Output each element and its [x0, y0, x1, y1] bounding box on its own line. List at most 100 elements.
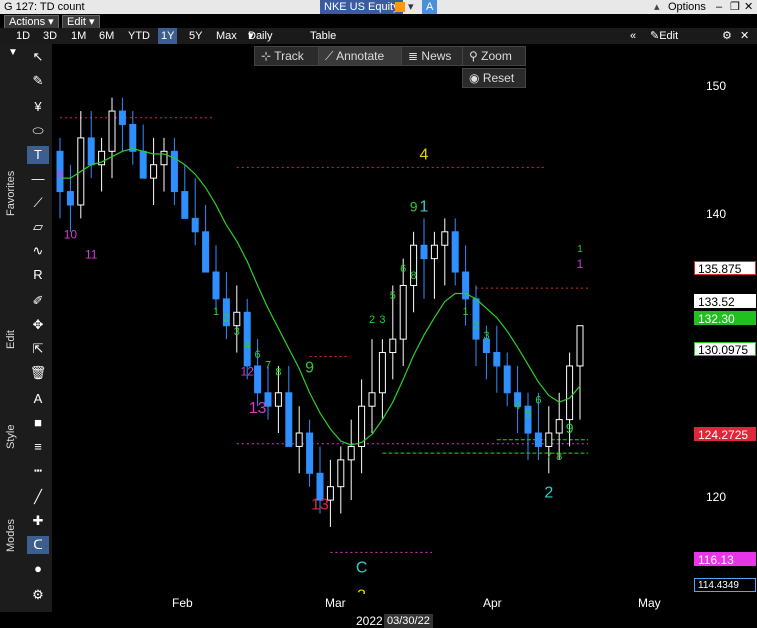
candle-body [389, 338, 397, 354]
range-1y[interactable]: 1Y [158, 28, 178, 44]
td-setup-count: 1 [213, 306, 219, 318]
sidebar-labels-column: Favorites Edit Style Modes [3, 44, 23, 612]
price-tag-1300975: 130.0975 [694, 342, 756, 357]
td-setup-count: 5 [390, 290, 396, 302]
favorites-section-label: Favorites [5, 170, 17, 216]
candle-body [295, 432, 303, 447]
td-count-label: 11 [85, 248, 98, 262]
alert-icon[interactable]: A [422, 0, 438, 14]
y-tick-150: 150 [706, 79, 727, 93]
td-count-label: 2 [544, 484, 553, 501]
font-style-icon[interactable]: A [27, 390, 49, 408]
edit-chart-button[interactable]: ✎ Edit Chart [650, 28, 686, 58]
td-setup-count: 7 [265, 360, 271, 372]
ruler-tool-icon[interactable]: R [27, 266, 49, 284]
candlestick-chart: 12346782356812345678101191213913C3491219… [56, 97, 588, 605]
range-1m[interactable]: 1M [71, 28, 86, 44]
time-axis[interactable]: Feb Mar Apr May [52, 594, 692, 614]
table-button[interactable]: Table [310, 28, 336, 44]
pen-tool-icon[interactable]: ✎ [27, 72, 49, 90]
td-count-label: 4 [420, 146, 429, 163]
polyline-tool-icon[interactable]: ∿ [27, 242, 49, 260]
annotate-button[interactable]: ⟋ Annotate [318, 46, 402, 66]
news-list-icon: ≣ [408, 49, 419, 63]
zoom-label: Zoom [481, 49, 512, 63]
collapse-icon[interactable]: « [630, 28, 636, 44]
sidebar-collapse-icon[interactable]: ▼ [8, 47, 18, 58]
style-section-label: Style [5, 424, 17, 449]
fill-color-icon[interactable]: ■ [27, 414, 49, 432]
range-6m[interactable]: 6M [99, 28, 114, 44]
zoom-button[interactable]: ⚲ Zoom [462, 46, 526, 66]
x-tick-apr: Apr [483, 596, 502, 610]
x-tick-feb: Feb [172, 596, 193, 610]
pencil-edit-icon[interactable]: ✐ [27, 292, 49, 310]
crosshair-mode-icon[interactable]: ✚ [27, 512, 49, 530]
line-weight-icon[interactable]: ≡ [27, 438, 49, 456]
range-1d[interactable]: 1D [16, 28, 30, 44]
ticker-color-swatch[interactable] [395, 2, 405, 12]
options-chevron-icon: ▴ [654, 1, 660, 13]
td-count-label: 13 [311, 496, 329, 513]
candle-body [493, 352, 501, 367]
candle-body [191, 217, 199, 233]
cursor-date-label: 03/30/22 [384, 614, 433, 628]
periodicity-select[interactable]: Daily ▾ [248, 28, 272, 44]
trendline-tool-icon[interactable]: ⟋ [27, 194, 49, 212]
settings-gear-icon[interactable]: ⚙ [722, 28, 732, 44]
td-setup-count: 3 [483, 330, 489, 342]
td-setup-count: 8 [556, 451, 562, 463]
text-tool-icon[interactable]: T [27, 146, 49, 164]
candle-body [87, 137, 95, 166]
close-icon[interactable]: ✕ [744, 0, 753, 14]
window-title-bar: G 127: TD count NKE US Equity ▾ A ▴ Opti… [0, 0, 757, 15]
candle-body [306, 432, 314, 474]
year-label: 2022 [356, 614, 383, 628]
dashed-line-mode-icon[interactable]: ╱ [27, 488, 49, 506]
td-setup-count: 2 [473, 319, 479, 331]
track-button[interactable]: ⊹ Track [254, 46, 328, 66]
td-setup-count: 8 [411, 270, 417, 282]
pointer-tool-icon[interactable]: ↖ [27, 48, 49, 66]
td-setup-count: 3 [234, 326, 240, 338]
line-style-icon[interactable]: ┅ [27, 462, 49, 480]
delete-trash-icon[interactable]: 🗑 [27, 364, 49, 382]
range-max[interactable]: Max [216, 28, 237, 44]
color-palette-icon[interactable]: ● [27, 560, 49, 578]
fibonacci-tool-icon[interactable]: ¥ [27, 98, 49, 116]
actions-menu[interactable]: Actions ▾ [4, 15, 59, 29]
td-count-label: 9 [566, 420, 574, 436]
candle-body [420, 244, 428, 260]
track-crosshair-icon: ⊹ [261, 49, 272, 63]
close-panel-icon[interactable]: ✕ [740, 28, 749, 44]
minimize-icon[interactable]: – [716, 0, 722, 14]
reset-button[interactable]: ◉ Reset [462, 68, 526, 88]
ellipse-tool-icon[interactable]: ⬭ [27, 122, 49, 140]
ticker-dropdown-icon[interactable]: ▾ [408, 0, 414, 14]
candle-body [566, 365, 574, 421]
range-3d[interactable]: 3D [43, 28, 57, 44]
options-menu[interactable]: Options [668, 0, 706, 14]
ticker-field[interactable]: NKE US Equity [320, 0, 403, 14]
magnet-mode-icon[interactable]: ᑕ [27, 536, 49, 554]
reset-label: Reset [482, 71, 515, 85]
bottom-bar: 2022 03/30/22 [0, 614, 757, 628]
price-chart-area[interactable]: 12346782356812345678101191213913C3491219… [52, 44, 692, 605]
range-ytd[interactable]: YTD [128, 28, 150, 44]
move-tool-icon[interactable]: ✥ [27, 316, 49, 334]
window-title: G 127: TD count [4, 1, 85, 13]
maximize-icon[interactable]: ❐ [730, 0, 740, 14]
y-tick-120: 120 [706, 490, 727, 504]
channel-tool-icon[interactable]: ▱ [27, 218, 49, 236]
horizontal-line-tool-icon[interactable]: — [27, 170, 49, 188]
td-setup-count: 6 [400, 263, 406, 275]
range-5y[interactable]: 5Y [189, 28, 202, 44]
td-setup-count: 4 [515, 400, 521, 412]
x-tick-may: May [638, 596, 661, 610]
select-tool-icon[interactable]: ⇱ [27, 340, 49, 358]
price-axis[interactable]: 150 140 130 120 135.875 133.52 132.30 13… [692, 44, 757, 594]
td-setup-count: 1 [463, 306, 469, 318]
edit-menu[interactable]: Edit ▾ [62, 15, 100, 29]
sidebar-settings-icon[interactable]: ⚙ [27, 586, 49, 604]
news-button[interactable]: ≣ News [401, 46, 463, 66]
